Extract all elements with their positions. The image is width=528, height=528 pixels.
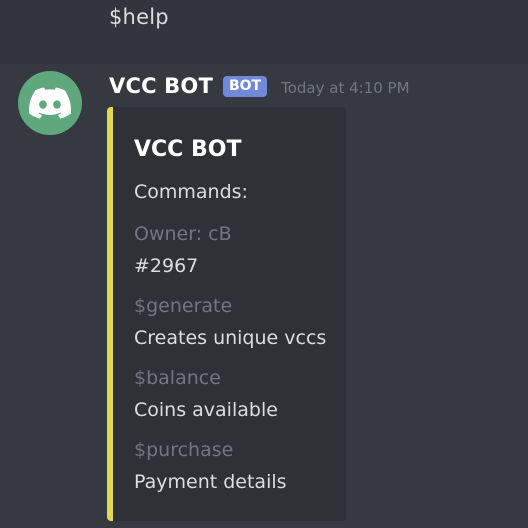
field-name: $purchase [134, 439, 234, 461]
discord-logo-icon [29, 87, 71, 119]
previous-message-row: $help [0, 0, 528, 64]
embed-description: Commands: [134, 181, 248, 203]
embed-field-generate: $generate Creates unique vccs [134, 295, 326, 350]
embed-field-purchase: $purchase Payment details [134, 439, 287, 494]
previous-message-text: $help [109, 5, 169, 29]
embed-field-owner: Owner: cB #2967 [134, 223, 232, 278]
avatar[interactable] [18, 71, 82, 135]
message-header: VCC BOT BOT Today at 4:10 PM [109, 72, 410, 100]
embed-field-balance: $balance Coins available [134, 367, 278, 422]
bot-badge: BOT [222, 75, 268, 97]
message-timestamp[interactable]: Today at 4:10 PM [281, 76, 409, 97]
field-name: $generate [134, 295, 233, 317]
field-name: Owner: cB [134, 223, 232, 245]
embed-title: VCC BOT [134, 137, 242, 162]
embed-card: VCC BOT Commands: Owner: cB #2967 $gener… [107, 107, 346, 521]
field-value: #2967 [134, 255, 199, 277]
field-value: Payment details [134, 471, 287, 493]
field-name: $balance [134, 367, 221, 389]
field-value: Coins available [134, 399, 278, 421]
field-value: Creates unique vccs [134, 327, 327, 349]
author-name[interactable]: VCC BOT [109, 74, 213, 98]
